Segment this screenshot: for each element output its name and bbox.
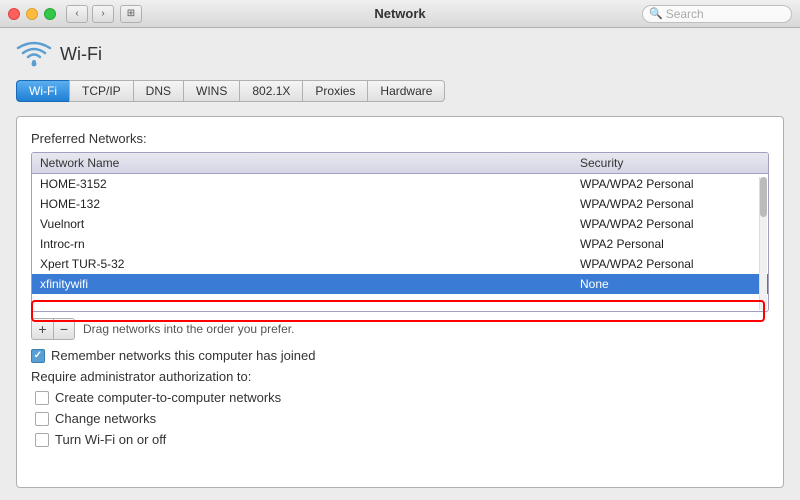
turn-wifi-label: Turn Wi-Fi on or off: [55, 432, 166, 447]
tab-dns[interactable]: DNS: [133, 80, 183, 102]
forward-button[interactable]: ›: [92, 5, 114, 23]
require-label: Require administrator authorization to:: [31, 369, 769, 384]
checkmark-icon: ✓: [34, 350, 42, 361]
network-security: WPA/WPA2 Personal: [580, 177, 760, 191]
network-security: None: [580, 277, 760, 291]
table-row[interactable]: Introc-rn WPA2 Personal: [32, 234, 768, 254]
back-button[interactable]: ‹: [66, 5, 88, 23]
search-icon: 🔍: [649, 7, 663, 20]
network-security: WPA/WPA2 Personal: [580, 197, 760, 211]
grid-button[interactable]: ⊞: [120, 5, 142, 23]
remember-networks-checkbox[interactable]: ✓: [31, 349, 45, 363]
remember-networks-label: Remember networks this computer has join…: [51, 348, 315, 363]
tab-wins[interactable]: WINS: [183, 80, 239, 102]
main-content: Wi-Fi Wi-Fi TCP/IP DNS WINS 802.1X Proxi…: [0, 28, 800, 500]
table-row[interactable]: Vuelnort WPA/WPA2 Personal: [32, 214, 768, 234]
scrollbar-thumb: [760, 177, 767, 217]
close-button[interactable]: [8, 8, 20, 20]
computer-to-computer-checkbox[interactable]: [35, 391, 49, 405]
change-networks-row[interactable]: Change networks: [35, 411, 769, 426]
sub-options: Create computer-to-computer networks Cha…: [35, 390, 769, 447]
preferred-networks-label: Preferred Networks:: [31, 131, 769, 146]
search-box[interactable]: 🔍 Search: [642, 5, 792, 23]
change-networks-label: Change networks: [55, 411, 156, 426]
titlebar: ‹ › ⊞ Network 🔍 Search: [0, 0, 800, 28]
table-row[interactable]: Xpert TUR-5-32 WPA/WPA2 Personal: [32, 254, 768, 274]
network-security: WPA/WPA2 Personal: [580, 217, 760, 231]
computer-to-computer-row[interactable]: Create computer-to-computer networks: [35, 390, 769, 405]
network-name: HOME-132: [40, 197, 580, 211]
wifi-header: Wi-Fi: [16, 40, 784, 68]
scrollbar[interactable]: [759, 177, 767, 310]
turn-wifi-checkbox[interactable]: [35, 433, 49, 447]
network-name: Vuelnort: [40, 217, 580, 231]
table-row[interactable]: HOME-132 WPA/WPA2 Personal: [32, 194, 768, 214]
remember-networks-row[interactable]: ✓ Remember networks this computer has jo…: [31, 348, 769, 363]
change-networks-checkbox[interactable]: [35, 412, 49, 426]
window-title: Network: [374, 6, 425, 21]
network-name: Introc-rn: [40, 237, 580, 251]
tab-proxies[interactable]: Proxies: [302, 80, 367, 102]
maximize-button[interactable]: [44, 8, 56, 20]
network-panel: Preferred Networks: Network Name Securit…: [16, 116, 784, 488]
table-body[interactable]: HOME-3152 WPA/WPA2 Personal HOME-132 WPA…: [32, 174, 768, 304]
add-network-button[interactable]: +: [31, 318, 53, 340]
tab-hardware[interactable]: Hardware: [367, 80, 445, 102]
tabs: Wi-Fi TCP/IP DNS WINS 802.1X Proxies Har…: [16, 80, 784, 102]
traffic-lights: [8, 8, 56, 20]
network-security: WPA/WPA2 Personal: [580, 257, 760, 271]
tab-8021x[interactable]: 802.1X: [239, 80, 302, 102]
tab-wifi[interactable]: Wi-Fi: [16, 80, 69, 102]
network-name: xfinitywifi: [40, 277, 580, 291]
network-name: Xpert TUR-5-32: [40, 257, 580, 271]
table-row-selected[interactable]: xfinitywifi None: [32, 274, 768, 294]
drag-hint: Drag networks into the order you prefer.: [83, 322, 294, 336]
table-row[interactable]: HOME-3152 WPA/WPA2 Personal: [32, 174, 768, 194]
wifi-title: Wi-Fi: [60, 44, 102, 65]
computer-to-computer-label: Create computer-to-computer networks: [55, 390, 281, 405]
remove-network-button[interactable]: −: [53, 318, 75, 340]
nav-buttons: ‹ ›: [66, 5, 114, 23]
wifi-icon: [16, 40, 52, 68]
controls-row: + − Drag networks into the order you pre…: [31, 318, 769, 340]
tab-tcpip[interactable]: TCP/IP: [69, 80, 133, 102]
search-placeholder: Search: [666, 7, 704, 21]
turn-wifi-row[interactable]: Turn Wi-Fi on or off: [35, 432, 769, 447]
network-name: HOME-3152: [40, 177, 580, 191]
col-name-header: Network Name: [40, 156, 580, 170]
minimize-button[interactable]: [26, 8, 38, 20]
network-security: WPA2 Personal: [580, 237, 760, 251]
col-security-header: Security: [580, 156, 760, 170]
network-table[interactable]: Network Name Security HOME-3152 WPA/WPA2…: [31, 152, 769, 312]
table-header: Network Name Security: [32, 153, 768, 174]
